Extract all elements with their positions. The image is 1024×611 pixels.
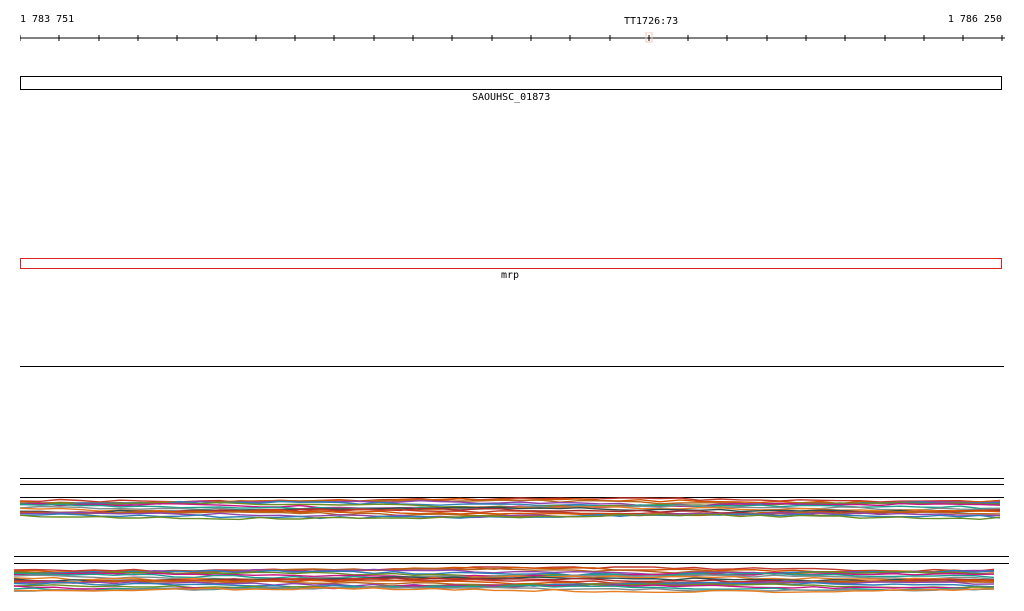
track-separator [20, 478, 1004, 479]
ruler-start-label: 1 783 751 [20, 14, 75, 25]
marker-label[interactable]: TT1726:73 [624, 16, 678, 28]
gene-feature-box[interactable] [20, 76, 1002, 90]
ruler-axis [20, 32, 1005, 43]
alignment-track[interactable] [14, 566, 1009, 594]
track-separator [14, 556, 1009, 557]
track-separator [20, 484, 1004, 485]
track-separator [20, 366, 1004, 367]
mrp-feature-label: mrp [501, 270, 520, 281]
alignment-track[interactable] [20, 497, 1005, 521]
gene-feature-label: SAOUHSC_01873 [472, 92, 551, 103]
mrp-feature-box[interactable] [20, 258, 1002, 269]
track-separator [14, 563, 1009, 564]
ruler-end-label: 1 786 250 [947, 14, 1002, 25]
